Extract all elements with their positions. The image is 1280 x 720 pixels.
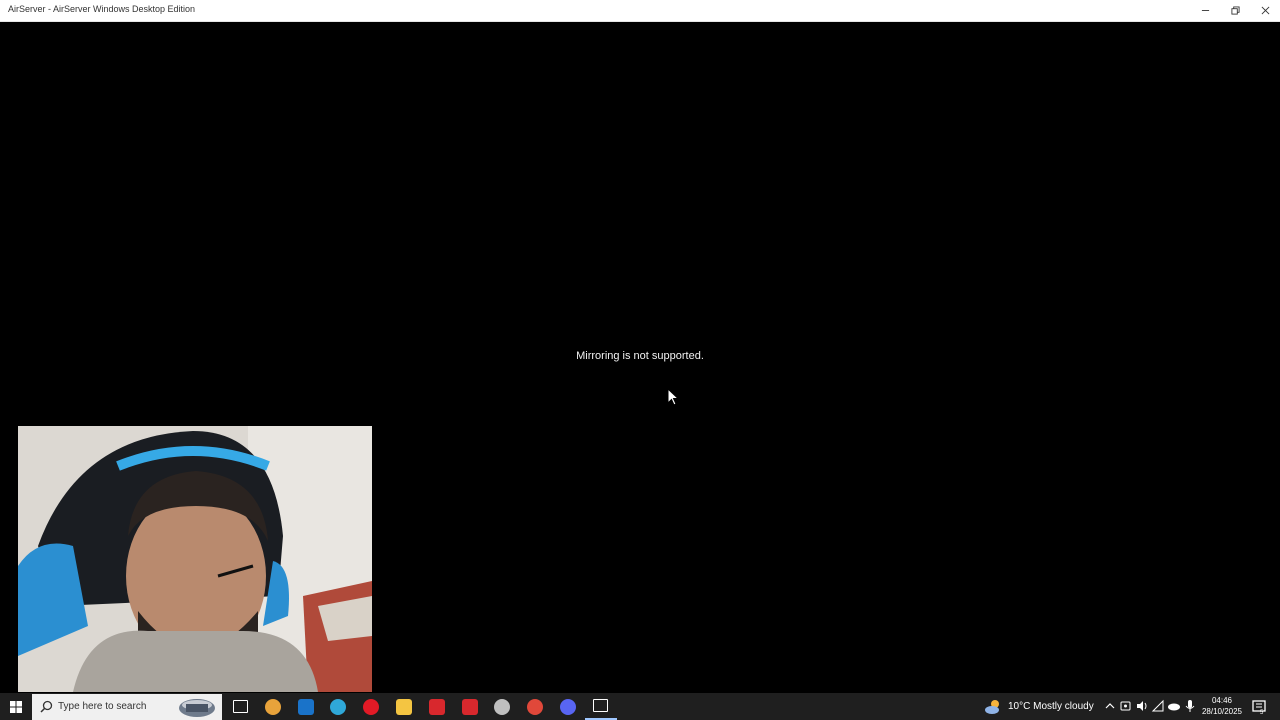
status-message: Mirroring is not supported. [576,350,704,362]
opera-icon [363,698,380,715]
network-icon[interactable] [1151,699,1165,713]
task-view-icon [232,700,248,713]
search-highlight-image [179,699,215,717]
clock-time: 04:46 [1211,696,1233,705]
copilot-icon [264,698,281,715]
close-icon [1261,6,1269,15]
mirroring-view: Mirroring is not supported. [0,22,1280,693]
volume-icon[interactable] [1135,699,1149,713]
red-app-icon [428,698,445,715]
taskbar-app-copilot[interactable] [257,693,289,720]
mouse-cursor-icon [667,388,679,406]
outlook-icon [297,698,314,715]
title-bar: AirServer - AirServer Windows Desktop Ed… [0,0,1280,22]
notification-icon: 5 [1252,700,1266,716]
taskbar-app-edge[interactable] [322,693,354,720]
taskbar: Type here to search 10°C Mostly cloudy 0… [0,693,1280,720]
folder-icon [396,698,412,715]
show-hidden-icons-chevron-icon[interactable] [1103,699,1117,713]
meet-now-icon[interactable] [1119,699,1133,713]
restore-button[interactable] [1220,0,1250,21]
webcam-image [18,426,372,692]
taskbar-app-opera[interactable] [355,693,387,720]
clock-date: 28/10/2025 [1201,707,1243,716]
search-placeholder: Type here to search [58,701,147,712]
chrome-icon [527,698,544,715]
window-title: AirServer - AirServer Windows Desktop Ed… [8,4,196,14]
taskbar-app-app-red-1[interactable] [421,693,453,720]
taskbar-app-app-gray[interactable] [486,693,518,720]
taskbar-app-airserver[interactable] [584,693,617,720]
minimize-button[interactable] [1190,0,1220,21]
taskbar-app-discord[interactable] [552,693,584,720]
weather-widget[interactable]: 10°C Mostly cloudy [984,693,1094,720]
taskbar-app-outlook[interactable] [290,693,322,720]
start-button[interactable] [0,693,32,720]
taskbar-app-file-explorer[interactable] [388,693,420,720]
taskbar-app-app-red-2[interactable] [454,693,486,720]
close-button[interactable] [1250,0,1280,21]
onedrive-cloud-icon[interactable] [1167,699,1181,713]
taskbar-app-chrome[interactable] [519,693,551,720]
notification-center-button[interactable]: 5 [1251,699,1267,716]
discord-icon [560,698,576,715]
windows-logo-icon [10,700,22,713]
weather-text: 10°C Mostly cloudy [1008,701,1094,712]
webcam-overlay [18,426,372,692]
circle-app-icon [494,698,511,715]
red-app-icon [461,698,478,715]
microphone-icon[interactable] [1183,699,1197,713]
search-icon [40,700,53,713]
search-box[interactable]: Type here to search [32,694,222,720]
airserver-icon [593,699,609,712]
edge-icon [330,698,347,715]
cloud-sun-icon [985,699,999,714]
restore-icon [1230,6,1240,15]
taskbar-app-task-view[interactable] [224,693,256,720]
clock[interactable]: 04:46 28/10/2025 [1196,695,1248,717]
minimize-icon [1201,10,1209,11]
